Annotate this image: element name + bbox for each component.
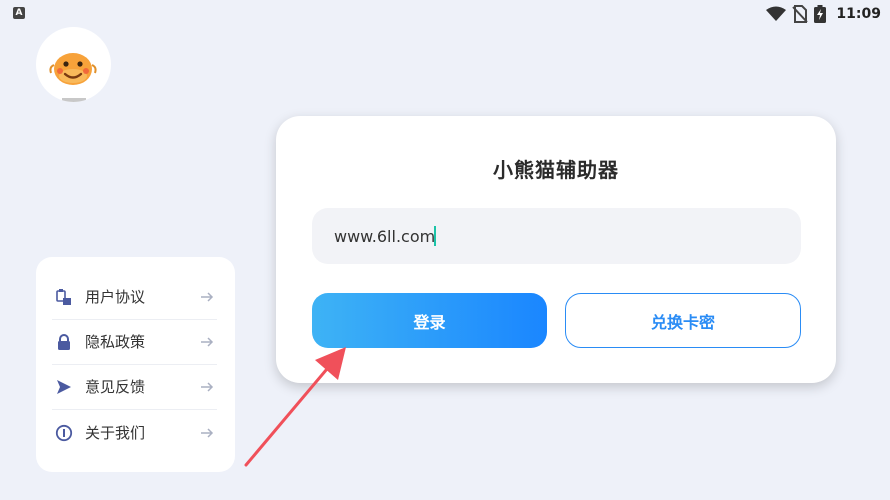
login-button[interactable]: 登录 (312, 293, 547, 348)
arrow-right-icon (201, 427, 214, 438)
login-card: 小熊猫辅助器 登录 兑换卡密 (276, 116, 836, 383)
menu-item-label: 用户协议 (85, 288, 146, 306)
send-icon (55, 378, 73, 396)
app-notification-icon: A (13, 7, 25, 19)
clock: 11:09 (836, 6, 881, 22)
arrow-right-icon (201, 336, 214, 347)
text-caret (434, 226, 436, 246)
mascot-icon (49, 53, 97, 102)
status-bar: A 11:09 (0, 0, 890, 28)
menu-item-user-agreement[interactable]: 用户协议 (52, 274, 217, 320)
menu-item-label: 关于我们 (85, 424, 146, 442)
redeem-card-button[interactable]: 兑换卡密 (565, 293, 801, 348)
wifi-icon (766, 6, 787, 21)
info-icon (55, 424, 73, 442)
code-input-field[interactable] (312, 208, 801, 264)
code-input[interactable] (334, 208, 774, 264)
no-sim-icon (792, 5, 809, 23)
side-menu: 用户协议 隐私政策 意见反馈 关于我们 (36, 257, 235, 472)
battery-charging-icon (814, 5, 827, 23)
menu-item-feedback[interactable]: 意见反馈 (52, 364, 217, 410)
app-logo (36, 27, 111, 102)
document-icon (55, 288, 73, 306)
menu-item-label: 意见反馈 (85, 378, 146, 396)
menu-item-privacy-policy[interactable]: 隐私政策 (52, 319, 217, 365)
lock-icon (55, 333, 73, 351)
arrow-right-icon (201, 291, 214, 302)
menu-item-label: 隐私政策 (85, 333, 146, 351)
menu-item-about-us[interactable]: 关于我们 (52, 410, 217, 455)
arrow-right-icon (201, 381, 214, 392)
card-title: 小熊猫辅助器 (493, 158, 619, 182)
status-icons: 11:09 (766, 4, 881, 24)
